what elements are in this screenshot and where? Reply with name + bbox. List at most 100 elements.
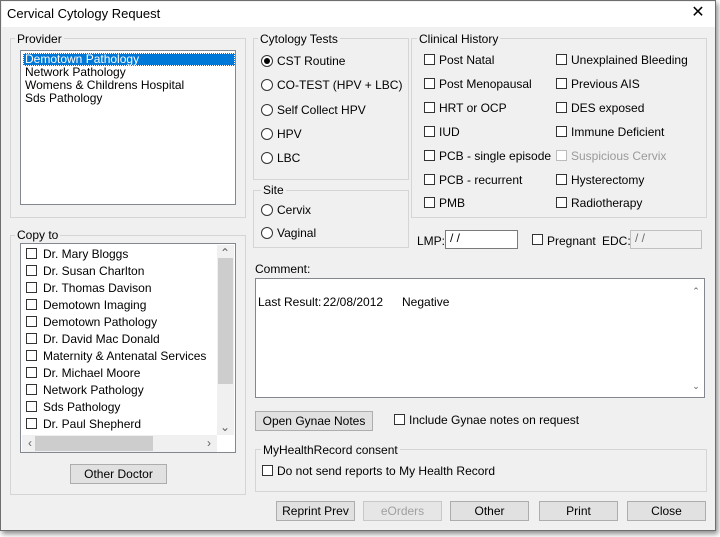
cytology-test-label: CST Routine [277, 54, 346, 68]
print-button[interactable]: Print [539, 501, 618, 521]
include-gynae-notes-label: Include Gynae notes on request [409, 413, 580, 427]
scroll-up-icon[interactable]: ⌃ [219, 247, 231, 259]
clinical-history-checkbox[interactable] [556, 197, 567, 209]
clinical-history-checkbox[interactable] [424, 125, 435, 137]
comment-label: Comment: [255, 262, 311, 276]
mhr-consent-legend: MyHealthRecord consent [261, 443, 400, 457]
clinical-history-checkbox[interactable] [424, 77, 435, 89]
lmp-label: LMP: [417, 234, 446, 248]
clinical-history-label: Radiotherapy [571, 196, 643, 211]
cytology-test-label: HPV [277, 126, 302, 141]
lmp-date-field[interactable]: / / [445, 230, 518, 249]
clinical-history-label: PCB - single episode [439, 148, 552, 163]
include-gynae-notes-checkbox[interactable] [394, 414, 405, 425]
clinical-history-checkbox[interactable] [424, 54, 435, 65]
window-title: Cervical Cytology Request [7, 6, 161, 21]
copy-to-checkbox[interactable] [26, 418, 37, 429]
copy-to-legend: Copy to [15, 228, 61, 242]
clinical-history-checkbox[interactable] [556, 173, 567, 185]
copy-to-checkbox[interactable] [26, 265, 37, 276]
copy-to-checkbox[interactable] [26, 282, 37, 293]
copy-to-checkbox[interactable] [26, 384, 37, 395]
copy-to-listbox[interactable]: Dr. Mary Bloggs Dr. Susan Charlton Dr. Tho… [20, 243, 236, 453]
pregnant-checkbox[interactable] [532, 234, 543, 245]
clinical-history-checkbox [556, 149, 567, 161]
copy-to-item-label: Dr. Thomas Davison [43, 281, 152, 295]
clinical-history-label: Immune Deficient [571, 124, 665, 139]
provider-listbox[interactable]: Demotown Pathology Network Pathology Wom… [20, 50, 236, 205]
clinical-history-label: Post Menopausal [439, 76, 532, 91]
clinical-history-checkbox[interactable] [556, 54, 567, 65]
copy-to-item-label: Network Pathology [43, 383, 144, 397]
copy-to-item-label: Dr. Michael Moore [43, 366, 141, 380]
clinical-history-label: Unexplained Bleeding [571, 53, 688, 67]
copy-to-item-label: Sds Pathology [43, 400, 121, 414]
scroll-down-icon[interactable]: ⌄ [219, 421, 231, 433]
provider-legend: Provider [15, 32, 64, 46]
other-doctor-button[interactable]: Other Doctor [70, 464, 167, 484]
copy-to-item-label: Demotown Imaging [43, 298, 147, 312]
scroll-down-icon[interactable]: ⌄ [690, 381, 702, 391]
clinical-history-checkbox[interactable] [424, 101, 435, 113]
copy-to-hscroll-thumb[interactable] [35, 436, 153, 451]
last-result-label: Last Result: [258, 295, 322, 309]
close-icon[interactable]: ✕ [690, 5, 706, 21]
cytology-test-radio[interactable] [261, 103, 273, 116]
clinical-history-checkbox[interactable] [424, 197, 435, 209]
site-cervix-label: Cervix [277, 203, 312, 217]
clinical-history-checkbox[interactable] [424, 173, 435, 185]
scroll-up-icon[interactable]: ⌃ [690, 286, 702, 296]
clinical-history-checkbox[interactable] [556, 77, 567, 89]
mhr-do-not-send-checkbox[interactable] [262, 465, 273, 476]
clinical-history-label: Post Natal [439, 53, 495, 67]
clinical-history-checkbox[interactable] [556, 125, 567, 137]
cytology-test-label: CO-TEST (HPV + LBC) [277, 78, 403, 93]
copy-to-checkbox[interactable] [26, 350, 37, 361]
cytology-test-label: Self Collect HPV [277, 102, 366, 117]
clinical-history-label: Suspicious Cervix [571, 148, 667, 163]
clinical-history-legend: Clinical History [417, 32, 501, 46]
copy-to-item-label: Dr. Susan Charlton [43, 264, 145, 278]
copy-to-checkbox[interactable] [26, 299, 37, 310]
copy-to-checkbox[interactable] [26, 248, 37, 259]
copy-to-checkbox[interactable] [26, 367, 37, 378]
site-vaginal-label: Vaginal [277, 226, 317, 240]
cytology-test-label: LBC [277, 151, 301, 166]
scroll-right-icon[interactable]: › [203, 437, 215, 449]
edc-label: EDC: [602, 234, 631, 248]
copy-to-item-label: Demotown Pathology [43, 315, 158, 329]
copy-to-item-label: Dr. Mary Bloggs [43, 247, 129, 261]
other-button[interactable]: Other [450, 501, 529, 521]
comment-textarea[interactable]: Last Result: 22/08/2012 Negative ⌃ ⌄ [255, 278, 705, 398]
cytology-test-radio[interactable] [261, 55, 273, 67]
copy-to-item-label: Maternity & Antenatal Services [43, 349, 207, 363]
site-vaginal-radio[interactable] [261, 227, 273, 239]
copy-to-checkbox[interactable] [26, 316, 37, 327]
scroll-left-icon[interactable]: ‹ [24, 437, 36, 449]
provider-item[interactable]: Sds Pathology [23, 92, 104, 105]
site-cervix-radio[interactable] [261, 204, 273, 216]
cytology-tests-legend: Cytology Tests [258, 32, 340, 46]
clinical-history-label: PMB [439, 196, 466, 211]
cytology-test-radio[interactable] [261, 127, 273, 140]
close-button[interactable]: Close [627, 501, 706, 521]
copy-to-checkbox[interactable] [26, 333, 37, 344]
site-legend: Site [261, 183, 286, 197]
copy-to-checkbox[interactable] [26, 401, 37, 412]
eorders-button: eOrders [363, 501, 442, 521]
reprint-prev-button[interactable]: Reprint Prev [276, 501, 355, 521]
clinical-history-checkbox[interactable] [556, 101, 567, 113]
edc-date-field: / / [630, 230, 702, 249]
clinical-history-label: DES exposed [571, 100, 645, 115]
pregnant-label: Pregnant [547, 234, 596, 248]
copy-to-vscroll-thumb[interactable] [218, 258, 233, 384]
dialog-window: Cervical Cytology Request ✕ Provider Dem… [0, 0, 716, 531]
copy-to-item-label: Dr. Paul Shepherd [43, 417, 142, 431]
clinical-history-label: Hysterectomy [571, 172, 645, 187]
clinical-history-checkbox[interactable] [424, 149, 435, 161]
clinical-history-label: PCB - recurrent [439, 172, 523, 187]
last-result-date: 22/08/2012 [323, 295, 384, 309]
clinical-history-label: Previous AIS [571, 76, 640, 91]
clinical-history-label: HRT or OCP [439, 100, 507, 115]
open-gynae-notes-button[interactable]: Open Gynae Notes [255, 411, 373, 431]
